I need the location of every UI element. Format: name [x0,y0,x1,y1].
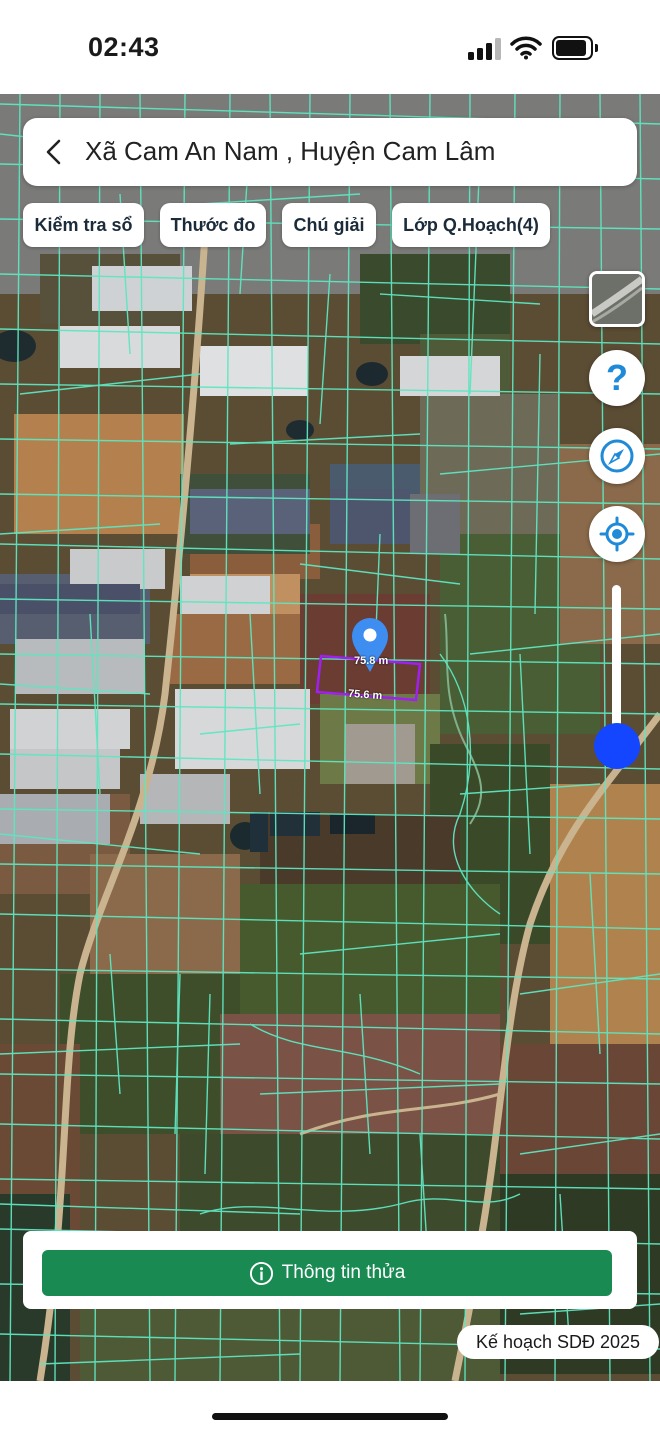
locate-me-button[interactable] [589,506,645,562]
chevron-left-icon[interactable] [37,134,73,170]
satellite-map[interactable] [0,94,660,1381]
status-bar: 02:43 [0,0,660,94]
parcel-info-label: Thông tin thửa [281,1262,406,1283]
cellular-signal-icon [468,38,502,60]
legend-chip[interactable]: Chú giải [282,203,376,247]
help-button[interactable]: ? [589,350,645,406]
measure-label-top: 75.8 m [354,655,389,667]
zoom-slider-track[interactable] [612,585,621,745]
location-title: Xã Cam An Nam , Huyện Cam Lâm [85,136,496,166]
home-indicator[interactable] [212,1413,448,1420]
info-circle-icon [249,1261,273,1285]
compass-button[interactable] [589,428,645,484]
check-certificate-chip[interactable]: Kiểm tra sổ [23,203,144,247]
wifi-icon [510,36,542,60]
land-use-plan-badge[interactable]: Kế hoạch SDĐ 2025 [457,1325,659,1359]
measure-label-bottom: 75.6 m [347,687,383,703]
location-search-bar[interactable]: Xã Cam An Nam , Huyện Cam Lâm [23,118,637,186]
svg-text:?: ? [606,357,628,398]
question-icon: ? [606,357,628,398]
parcel-info-button[interactable]: Thông tin thửa [42,1250,612,1296]
planning-layer-chip[interactable]: Lớp Q.Hoạch(4) [392,203,550,247]
compass-icon [600,439,634,473]
satellite-layer-icon[interactable] [589,271,645,327]
bottom-action-panel: Thông tin thửa [23,1231,637,1309]
measure-tool-chip[interactable]: Thước đo [160,203,266,247]
map-terrain [0,94,660,1381]
zoom-slider-thumb[interactable] [594,723,640,769]
home-indicator-area [0,1381,660,1434]
crosshair-icon [599,516,635,552]
status-time: 02:43 [88,32,160,62]
battery-icon [552,36,598,60]
